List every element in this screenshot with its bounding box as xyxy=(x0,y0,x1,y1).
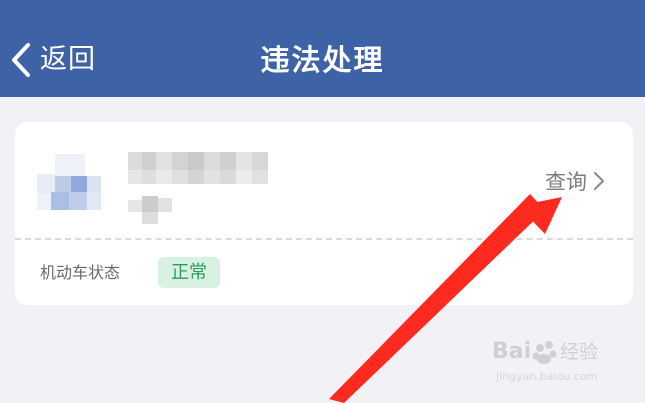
watermark-logo: Bai 经验 jingyan.baidu.com xyxy=(492,339,598,383)
svg-text:Bai: Bai xyxy=(492,339,531,364)
svg-text:经验: 经验 xyxy=(560,341,598,363)
svg-text:jingyan.baidu.com: jingyan.baidu.com xyxy=(495,370,598,383)
